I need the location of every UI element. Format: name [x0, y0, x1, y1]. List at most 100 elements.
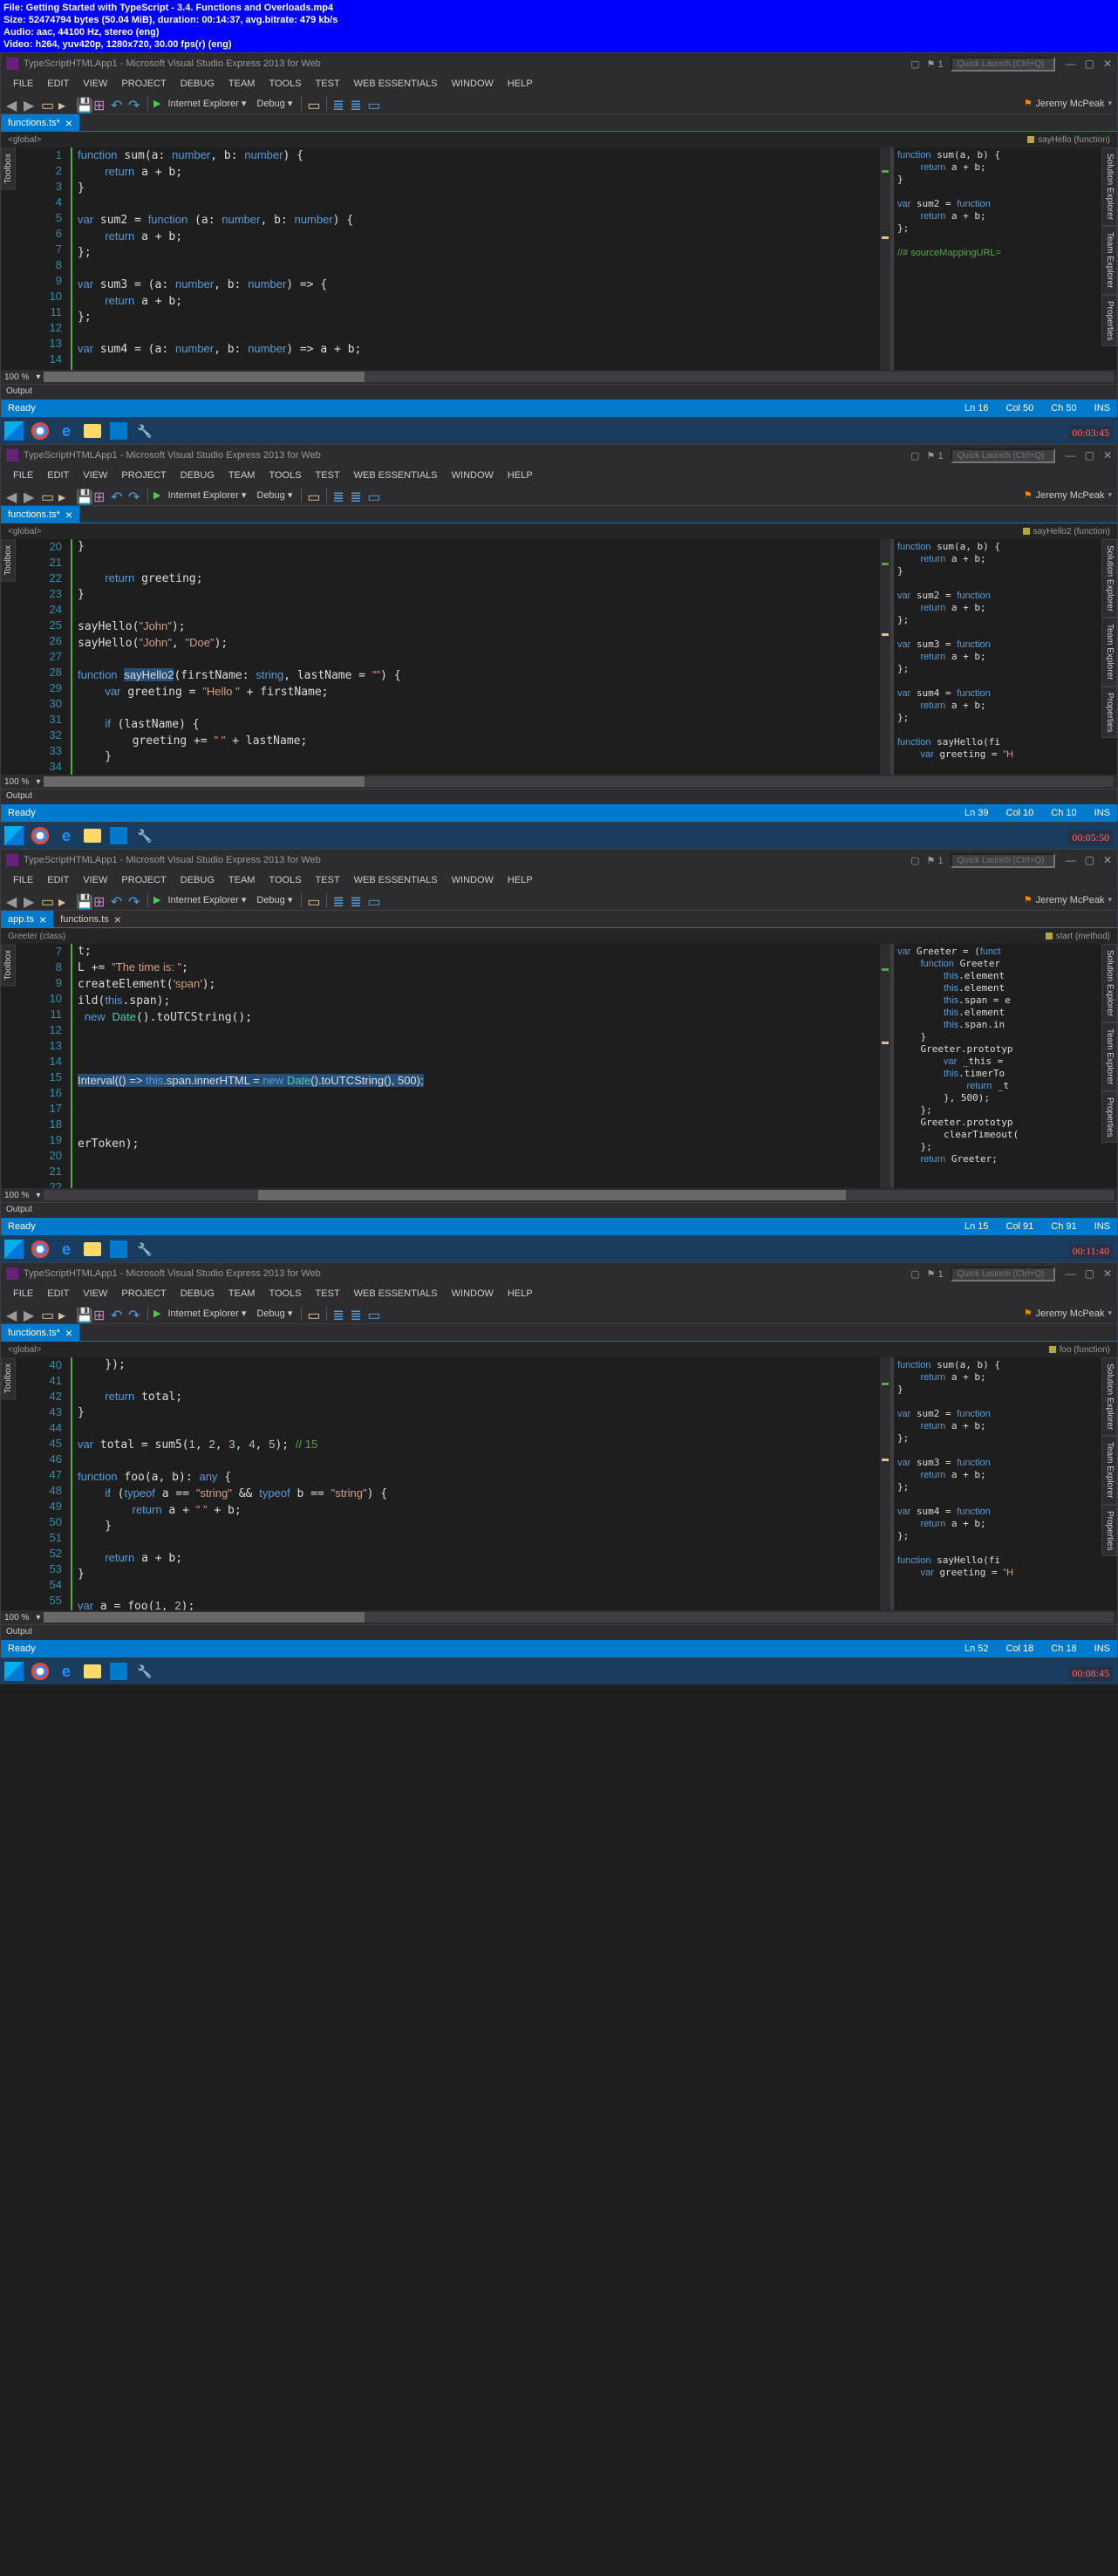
menu-team[interactable]: TEAM — [222, 1287, 262, 1301]
nav-scope[interactable]: <global> — [1, 527, 1016, 536]
preview-pane[interactable]: var Greeter = (funct function Greeter th… — [890, 944, 1117, 1188]
zoom-level[interactable]: 100 % — [4, 1613, 29, 1623]
save-icon[interactable]: 💾 — [76, 97, 90, 111]
indent-icon[interactable]: ≣ — [332, 97, 346, 111]
preview-pane[interactable]: function sum(a, b) { return a + b; } var… — [890, 147, 1117, 370]
config-selector[interactable]: Debug ▾ — [253, 98, 296, 109]
output-panel[interactable]: Output — [1, 1624, 1117, 1640]
menu-file[interactable]: FILE — [6, 77, 40, 91]
config-selector[interactable]: Debug ▾ — [253, 1308, 296, 1319]
h-scrollbar[interactable] — [44, 1612, 1114, 1623]
chrome-icon[interactable] — [30, 1239, 51, 1260]
forward-icon[interactable]: ▶ — [24, 893, 37, 907]
menu-team[interactable]: TEAM — [222, 468, 262, 482]
redo-icon[interactable]: ↷ — [128, 97, 142, 111]
menu-tools[interactable]: TOOLS — [262, 77, 308, 91]
user-badge[interactable]: ⚑ Jeremy McPeak ▾ — [1024, 1308, 1112, 1319]
zoom-dropdown-icon[interactable]: ▾ — [36, 1191, 40, 1200]
start-button[interactable] — [3, 420, 24, 441]
toolbox-tab[interactable]: Toolbox — [1, 147, 16, 189]
tab-functionsts[interactable]: functions.ts*× — [1, 114, 79, 131]
menu-window[interactable]: WINDOW — [445, 468, 501, 482]
menu-tools[interactable]: TOOLS — [262, 1287, 308, 1301]
indent-icon[interactable]: ≣ — [332, 1307, 346, 1321]
quick-launch-input[interactable] — [951, 448, 1055, 463]
scroll-indicator[interactable] — [880, 944, 890, 1188]
side-tab-team-explorer[interactable]: Team Explorer — [1101, 618, 1117, 686]
h-scrollbar[interactable] — [44, 1190, 1114, 1200]
chrome-icon[interactable] — [30, 825, 51, 846]
zoom-dropdown-icon[interactable]: ▾ — [36, 777, 40, 787]
tab-appts[interactable]: app.ts× — [1, 911, 53, 927]
zoom-dropdown-icon[interactable]: ▾ — [36, 1613, 40, 1623]
new-icon[interactable]: ▭ — [41, 1307, 55, 1321]
chrome-icon[interactable] — [30, 1661, 51, 1682]
config-selector[interactable]: Debug ▾ — [253, 894, 296, 905]
redo-icon[interactable]: ↷ — [128, 1307, 142, 1321]
minimize-button[interactable]: — — [1066, 1268, 1076, 1280]
side-tab-solution-explorer[interactable]: Solution Explorer — [1101, 944, 1117, 1022]
h-scrollbar[interactable] — [44, 776, 1114, 787]
config-selector[interactable]: Debug ▾ — [253, 489, 296, 501]
code-content[interactable]: t; L += "The time is: "; createElement('… — [71, 944, 890, 1188]
menu-webessentials[interactable]: WEB ESSENTIALS — [347, 77, 445, 91]
start-button[interactable] — [3, 1239, 24, 1260]
tab-functionsts[interactable]: functions.ts*× — [1, 1324, 79, 1341]
menu-file[interactable]: FILE — [6, 873, 40, 887]
toolbar-btn-icon[interactable]: ▭ — [307, 893, 321, 907]
explorer-icon[interactable] — [82, 1661, 103, 1682]
new-icon[interactable]: ▭ — [41, 97, 55, 111]
close-icon[interactable]: × — [65, 1326, 72, 1340]
menu-window[interactable]: WINDOW — [445, 1287, 501, 1301]
comment-icon[interactable]: ▭ — [367, 1307, 381, 1321]
menu-debug[interactable]: DEBUG — [174, 873, 222, 887]
feedback-icon[interactable]: ▢ — [910, 855, 919, 866]
menu-project[interactable]: PROJECT — [114, 468, 173, 482]
browser-selector[interactable]: Internet Explorer ▾ — [164, 894, 249, 905]
undo-icon[interactable]: ↶ — [111, 893, 125, 907]
menu-project[interactable]: PROJECT — [114, 1287, 173, 1301]
menu-view[interactable]: VIEW — [76, 1287, 114, 1301]
menu-debug[interactable]: DEBUG — [174, 468, 222, 482]
undo-icon[interactable]: ↶ — [111, 1307, 125, 1321]
tools-icon[interactable]: 🔧 — [134, 1239, 155, 1260]
close-icon[interactable]: × — [65, 116, 72, 130]
nav-member[interactable]: foo (function) — [1042, 1345, 1117, 1355]
back-icon[interactable]: ◀ — [6, 893, 20, 907]
scroll-indicator[interactable] — [880, 147, 890, 370]
outdent-icon[interactable]: ≣ — [350, 489, 364, 502]
back-icon[interactable]: ◀ — [6, 97, 20, 111]
menu-webessentials[interactable]: WEB ESSENTIALS — [347, 468, 445, 482]
nav-member[interactable]: sayHello2 (function) — [1016, 527, 1117, 536]
user-badge[interactable]: ⚑ Jeremy McPeak ▾ — [1024, 894, 1112, 905]
side-tab-solution-explorer[interactable]: Solution Explorer — [1101, 1357, 1117, 1436]
feedback-icon[interactable]: ▢ — [910, 450, 919, 461]
menu-test[interactable]: TEST — [309, 468, 347, 482]
menu-team[interactable]: TEAM — [222, 77, 262, 91]
close-button[interactable]: ✕ — [1103, 854, 1112, 866]
vscode-icon[interactable] — [108, 825, 129, 846]
nav-member[interactable]: start (method) — [1039, 932, 1117, 941]
new-icon[interactable]: ▭ — [41, 893, 55, 907]
outdent-icon[interactable]: ≣ — [350, 893, 364, 907]
nav-scope[interactable]: <global> — [1, 135, 1020, 145]
tab-functionsts[interactable]: functions.ts× — [53, 911, 128, 927]
saveall-icon[interactable]: ⊞ — [93, 489, 107, 502]
browser-selector[interactable]: Internet Explorer ▾ — [164, 1308, 249, 1319]
toolbox-tab[interactable]: Toolbox — [1, 944, 16, 986]
notification-icon[interactable]: ⚑ 1 — [927, 450, 944, 461]
close-button[interactable]: ✕ — [1103, 1268, 1112, 1280]
menu-test[interactable]: TEST — [309, 1287, 347, 1301]
tab-functionsts[interactable]: functions.ts*× — [1, 506, 79, 523]
undo-icon[interactable]: ↶ — [111, 97, 125, 111]
menu-project[interactable]: PROJECT — [114, 873, 173, 887]
back-icon[interactable]: ◀ — [6, 489, 20, 502]
menu-help[interactable]: HELP — [501, 1287, 540, 1301]
vscode-icon[interactable] — [108, 1239, 129, 1260]
ie-icon[interactable]: e — [56, 825, 77, 846]
menu-edit[interactable]: EDIT — [40, 77, 76, 91]
zoom-level[interactable]: 100 % — [4, 777, 29, 787]
user-badge[interactable]: ⚑ Jeremy McPeak ▾ — [1024, 489, 1112, 501]
open-icon[interactable]: ▸ — [58, 97, 72, 111]
close-button[interactable]: ✕ — [1103, 58, 1112, 70]
